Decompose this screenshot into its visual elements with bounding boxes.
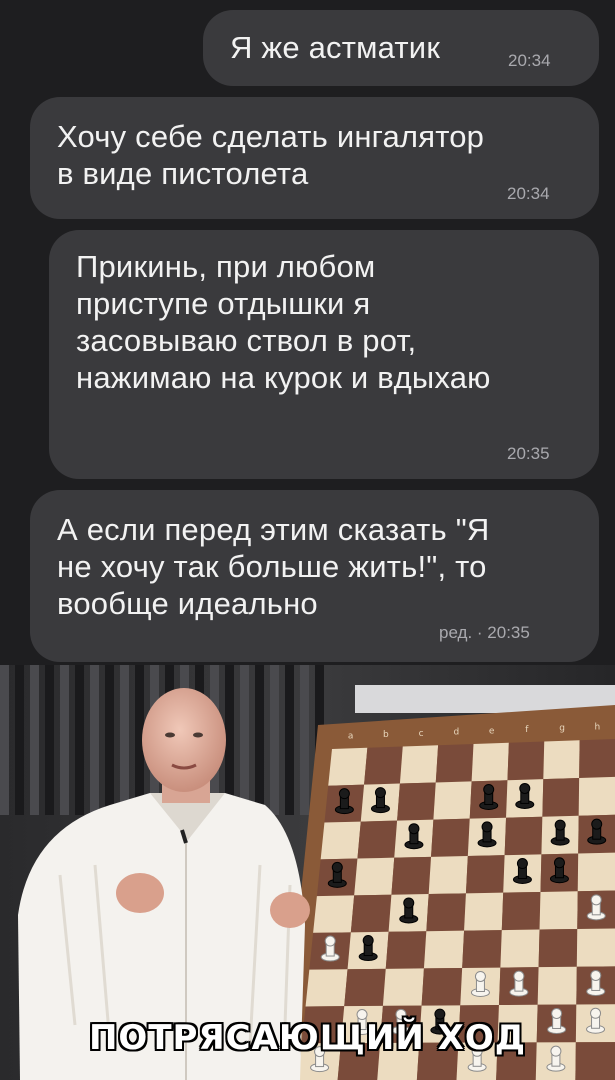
board-file-label: a bbox=[348, 731, 354, 741]
board-file-label: h bbox=[595, 722, 601, 732]
board-square bbox=[431, 818, 470, 857]
board-square bbox=[399, 745, 439, 784]
board-square bbox=[471, 742, 509, 782]
board-square bbox=[382, 968, 424, 1006]
chess-piece-head bbox=[590, 969, 602, 981]
board-square bbox=[320, 821, 361, 860]
panel-slat bbox=[105, 665, 114, 815]
message-text: Я же астматик bbox=[230, 30, 441, 65]
left-hand bbox=[116, 873, 164, 913]
board-square bbox=[354, 857, 395, 896]
message-text: А если перед этим сказать "Я не хочу так… bbox=[57, 512, 490, 621]
board-square bbox=[537, 966, 577, 1005]
chess-piece-head bbox=[553, 857, 565, 869]
chat-area: Я же астматик 20:34 Хочу себе сделать ин… bbox=[0, 0, 615, 665]
board-square bbox=[305, 969, 348, 1007]
message-time: ред. · 20:35 bbox=[439, 623, 530, 642]
message-text: Хочу себе сделать ингалятор в виде писто… bbox=[57, 119, 485, 191]
panel-slat bbox=[0, 665, 9, 815]
board-file-label: g bbox=[559, 724, 565, 734]
board-square bbox=[501, 891, 541, 931]
chess-piece-head bbox=[590, 894, 602, 906]
board-square bbox=[391, 856, 432, 895]
chess-piece-head bbox=[362, 935, 374, 947]
board-square bbox=[350, 894, 392, 933]
board-square bbox=[465, 855, 505, 894]
board-square bbox=[423, 930, 465, 969]
board-square bbox=[462, 930, 502, 968]
panel-slat bbox=[240, 665, 249, 815]
message-time: 20:34 bbox=[508, 51, 551, 70]
chess-piece-head bbox=[331, 861, 343, 873]
message-time: 20:34 bbox=[507, 184, 550, 203]
presenter-head bbox=[142, 688, 226, 792]
board-square bbox=[364, 746, 403, 785]
message-time: 20:35 bbox=[507, 444, 550, 463]
panel-slat bbox=[255, 665, 264, 815]
panel-slat bbox=[75, 665, 84, 815]
panel-slat bbox=[225, 665, 234, 815]
board-square bbox=[507, 741, 545, 781]
board-square bbox=[504, 816, 543, 856]
board-square bbox=[428, 856, 468, 895]
board-square bbox=[539, 891, 578, 930]
chess-piece-head bbox=[374, 787, 386, 799]
board-square bbox=[538, 929, 578, 968]
panel-slat bbox=[300, 665, 309, 815]
board-file-label: b bbox=[383, 730, 389, 740]
chess-piece-head bbox=[474, 970, 486, 982]
board-square bbox=[313, 895, 355, 933]
board-square bbox=[397, 782, 436, 821]
panel-slat bbox=[60, 665, 69, 815]
board-square bbox=[344, 968, 386, 1007]
board-square bbox=[464, 892, 504, 931]
panel-slat bbox=[270, 665, 279, 815]
board-square bbox=[328, 747, 368, 786]
chess-piece-head bbox=[516, 858, 528, 870]
board-file-label: e bbox=[489, 726, 495, 736]
message-text: Прикинь, при любом приступе отдышки я за… bbox=[76, 249, 491, 395]
board-file-label: d bbox=[454, 728, 460, 738]
board-square bbox=[385, 931, 427, 969]
board-square bbox=[578, 776, 615, 816]
message-bubble[interactable]: Я же астматик 20:34 bbox=[203, 10, 599, 86]
chess-piece-head bbox=[519, 782, 531, 794]
panel-slat bbox=[90, 665, 99, 815]
board-square bbox=[579, 739, 615, 778]
board-file-label: c bbox=[419, 729, 424, 739]
right-hand bbox=[270, 892, 310, 928]
message-bubble[interactable]: Хочу себе сделать ингалятор в виде писто… bbox=[30, 97, 599, 219]
board-square bbox=[426, 893, 466, 932]
board-square bbox=[542, 778, 580, 817]
chess-piece-head bbox=[554, 819, 566, 831]
message-bubble[interactable]: А если перед этим сказать "Я не хочу так… bbox=[30, 490, 599, 662]
chess-piece-head bbox=[483, 783, 495, 795]
board-square bbox=[357, 820, 398, 859]
panel-slat bbox=[45, 665, 54, 815]
board-square bbox=[576, 928, 615, 967]
panel-slat bbox=[15, 665, 24, 815]
board-square bbox=[500, 929, 540, 968]
board-square bbox=[435, 744, 474, 783]
chess-piece-head bbox=[590, 1007, 602, 1019]
meme-caption: ПОТРЯСАЮЩИЙ ХОД bbox=[88, 1018, 527, 1058]
board-square bbox=[543, 740, 580, 780]
chess-piece-head bbox=[591, 818, 603, 830]
chess-piece-head bbox=[408, 823, 420, 835]
panel-slat bbox=[120, 665, 129, 815]
message-bubble[interactable]: Прикинь, при любом приступе отдышки я за… bbox=[49, 230, 599, 479]
chess-piece-head bbox=[338, 788, 350, 800]
board-square bbox=[433, 781, 472, 820]
panel-slat bbox=[30, 665, 39, 815]
board-square bbox=[577, 852, 615, 892]
chess-piece-head bbox=[324, 935, 336, 947]
panel-slat bbox=[285, 665, 294, 815]
chess-piece-head bbox=[551, 1007, 563, 1019]
chess-piece-head bbox=[403, 897, 415, 909]
chess-piece-head bbox=[481, 821, 493, 833]
chess-piece-head bbox=[513, 970, 525, 982]
board-square bbox=[421, 968, 463, 1006]
